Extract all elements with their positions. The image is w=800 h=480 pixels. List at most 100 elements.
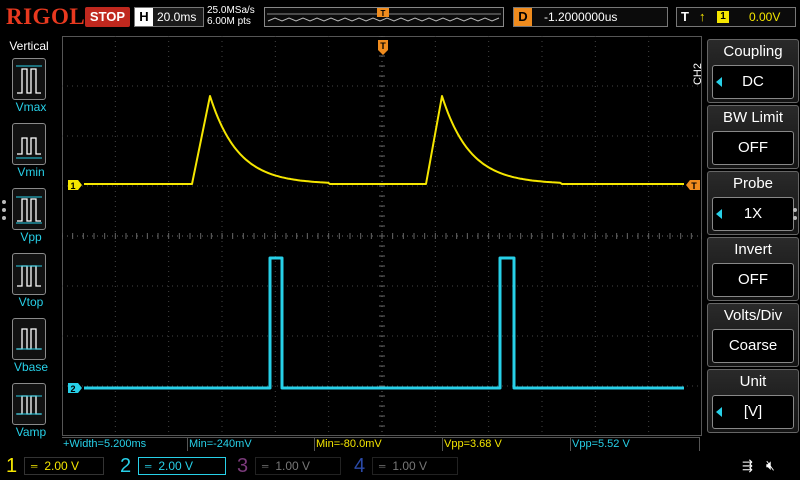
probe-title: Probe [732, 175, 774, 192]
delay-label: D [514, 8, 532, 26]
ch1-scale: ═ 2.00 V [24, 457, 104, 475]
measurement-vpp-ch1[interactable]: Vpp=3.68 V [443, 437, 571, 451]
probe-value[interactable]: 1X [712, 197, 794, 231]
measure-vamp-button[interactable] [12, 383, 46, 425]
measure-vtop-button[interactable] [12, 253, 46, 295]
measurement-min-ch2[interactable]: Min=-240mV [188, 437, 315, 451]
vamp-icon [16, 395, 42, 415]
waveform-grid: 1 2 T T [61, 35, 703, 437]
ch1-tab[interactable]: 1 ═ 2.00 V [6, 454, 106, 478]
ch1-number: 1 [6, 455, 18, 477]
ch1-waveform [84, 95, 684, 185]
ch3-number: 3 [237, 455, 249, 477]
trigger-position-marker[interactable]: T [378, 40, 388, 55]
ch2-marker-label: 2 [70, 384, 75, 394]
channel-status-bar: 1 ═ 2.00 V 2 ═ 2.00 V 3 ═ 1.00 V 4 ═ 1.0… [0, 452, 800, 480]
vtop-label: Vtop [18, 295, 44, 309]
ch3-scale: ═ 1.00 V [255, 457, 341, 475]
sample-rate: 25.0MSa/s [207, 5, 255, 16]
vpp-icon [16, 196, 42, 224]
trigger-level-marker[interactable]: T [686, 180, 700, 191]
selector-arrow-icon [716, 77, 722, 87]
coupling-value[interactable]: DC [712, 65, 794, 99]
vtop-icon [16, 265, 42, 287]
vamp-label: Vamp [15, 425, 47, 439]
acquisition-info: 25.0MSa/s 6.00M pts [207, 5, 255, 27]
menu-volts-div[interactable]: Volts/Div Coarse [707, 303, 799, 367]
probe-value-text: 1X [743, 205, 763, 222]
invert-value[interactable]: OFF [712, 263, 794, 297]
svg-text:T: T [381, 9, 386, 18]
ch4-scale-value: 1.00 V [392, 459, 428, 473]
bw-limit-value[interactable]: OFF [712, 131, 794, 165]
coupling-title: Coupling [723, 43, 783, 60]
selector-arrow-icon [716, 407, 722, 417]
timebase-value: 20.0ms [157, 10, 197, 24]
ch2-offset-marker[interactable]: 2 [68, 383, 82, 394]
measure-vbase-button[interactable] [12, 318, 46, 360]
memory-waveform-overview: T [267, 8, 501, 22]
unit-title: Unit [739, 373, 767, 390]
ch1-scale-value: 2.00 V [44, 459, 80, 473]
dc-coupling-icon: ═ [379, 461, 386, 471]
ch2-scale: ═ 2.00 V [138, 457, 226, 475]
measurement-vpp-ch2[interactable]: Vpp=5.52 V [571, 437, 700, 451]
rigol-logo: RIGOL [6, 4, 86, 29]
volts-div-value[interactable]: Coarse [712, 329, 794, 363]
page-indicator-dots [2, 200, 7, 224]
measurement-min-ch1[interactable]: Min=-80.0mV [315, 437, 443, 451]
selector-arrow-icon [716, 209, 722, 219]
trigger-label: T [681, 9, 689, 24]
measure-vpp-button[interactable] [12, 188, 46, 230]
vmin-label: Vmin [17, 165, 45, 179]
trigger-position-label: T [380, 41, 386, 51]
dc-coupling-icon: ═ [145, 461, 152, 471]
horizontal-timebase[interactable]: H 20.0ms [134, 7, 204, 27]
dc-coupling-icon: ═ [31, 461, 38, 471]
ch4-scale: ═ 1.00 V [372, 457, 458, 475]
run-stop-indicator[interactable]: STOP [85, 7, 130, 27]
ch2-waveform [84, 256, 684, 390]
measure-vmax-button[interactable] [12, 58, 46, 100]
ch4-tab[interactable]: 4 ═ 1.00 V [354, 454, 458, 478]
delay-readout[interactable]: D -1.2000000us [513, 7, 668, 27]
menu-coupling[interactable]: Coupling DC [707, 39, 799, 103]
menu-invert[interactable]: Invert OFF [707, 237, 799, 301]
speaker-mute-icon[interactable]: 🔇︎ [766, 457, 775, 474]
usb-icon: ⇶ [742, 458, 753, 473]
memory-position-overview[interactable]: T [264, 7, 504, 27]
menu-unit[interactable]: Unit [V] [707, 369, 799, 433]
measurement-category-title: Vertical [9, 39, 49, 53]
menu-channel-tag: CH2 [692, 62, 705, 86]
menu-probe[interactable]: Probe 1X [707, 171, 799, 235]
unit-value[interactable]: [V] [712, 395, 794, 429]
ch1-offset-marker[interactable]: 1 [68, 180, 82, 191]
volts-div-title: Volts/Div [723, 307, 783, 324]
measure-vmin-button[interactable] [12, 123, 46, 165]
vmin-icon [16, 137, 42, 159]
channel-menu: Coupling DC BW Limit OFF Probe 1X Invert… [704, 36, 800, 436]
measurement-width[interactable]: +Width=5.200ms [62, 437, 188, 451]
graticule [61, 35, 703, 437]
dc-coupling-icon: ═ [262, 461, 269, 471]
bw-limit-title: BW Limit [723, 109, 783, 126]
ch1-marker-label: 1 [70, 181, 75, 191]
ch4-number: 4 [354, 455, 366, 477]
ch3-scale-value: 1.00 V [275, 459, 311, 473]
vpp-label: Vpp [20, 230, 42, 244]
unit-value-text: [V] [743, 403, 763, 420]
ch2-scale-value: 2.00 V [158, 459, 194, 473]
trigger-source: 1 [717, 11, 729, 23]
vmax-icon [16, 65, 42, 94]
menu-bw-limit[interactable]: BW Limit OFF [707, 105, 799, 169]
rising-edge-icon: ↑ [699, 9, 706, 24]
invert-title: Invert [734, 241, 772, 258]
trigger-level-label: T [691, 181, 697, 191]
memory-depth: 6.00M pts [207, 16, 251, 27]
vmax-label: Vmax [15, 100, 47, 114]
coupling-value-text: DC [742, 73, 764, 90]
waveform-display[interactable]: 1 2 T T [61, 35, 703, 437]
ch2-tab[interactable]: 2 ═ 2.00 V [120, 454, 226, 478]
trigger-readout[interactable]: T ↑ 1 0.00V [676, 7, 796, 27]
ch3-tab[interactable]: 3 ═ 1.00 V [237, 454, 341, 478]
